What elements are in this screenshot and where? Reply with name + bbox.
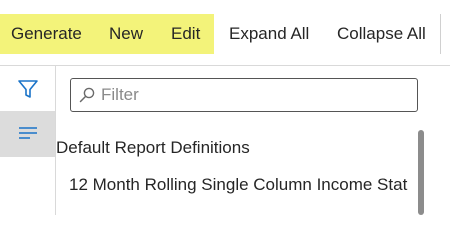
scrollbar-thumb[interactable] [418,130,424,215]
side-rail [0,66,56,215]
toolbar-divider [440,14,441,54]
list-pane-button[interactable] [0,111,55,157]
report-tree-pane: Default Report Definitions 12 Month Roll… [56,66,450,215]
new-button[interactable]: New [109,14,143,54]
search-icon [79,87,95,103]
filter-input[interactable] [101,79,401,111]
expand-all-button[interactable]: Expand All [229,14,309,54]
filter-field[interactable] [70,78,418,112]
generate-button[interactable]: Generate [11,14,82,54]
filter-icon [17,80,38,98]
collapse-all-button[interactable]: Collapse All [337,14,426,54]
edit-button[interactable]: Edit [171,14,200,54]
filter-pane-button[interactable] [0,66,55,112]
list-icon [18,127,37,139]
tree-item[interactable]: 12 Month Rolling Single Column Income St… [69,175,424,195]
toolbar: Generate New Edit Expand All Collapse Al… [0,0,450,66]
tree-group-header[interactable]: Default Report Definitions [56,138,250,158]
